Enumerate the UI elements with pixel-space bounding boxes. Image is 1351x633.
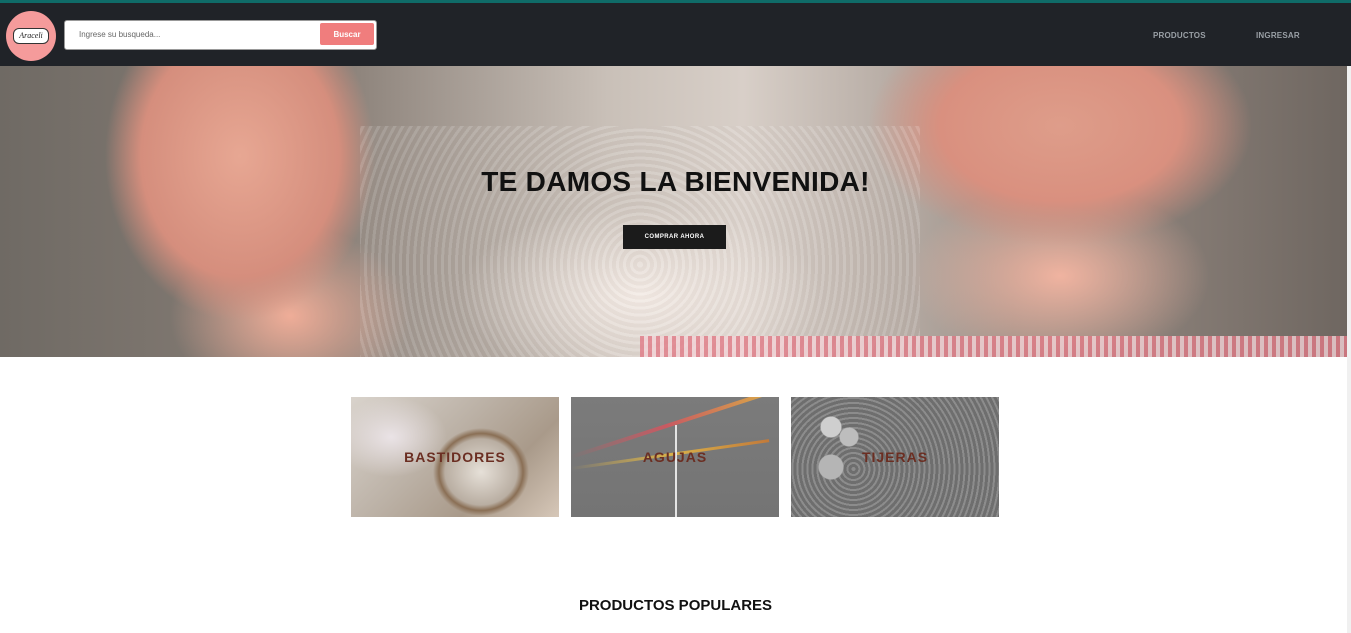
category-card-tijeras[interactable]: TIJERAS: [791, 397, 999, 517]
search-button[interactable]: Buscar: [320, 23, 374, 45]
logo-text: Araceli: [13, 28, 49, 44]
category-card-bastidores[interactable]: BASTIDORES: [351, 397, 559, 517]
page-scrollbar[interactable]: [1347, 66, 1351, 633]
shop-now-button[interactable]: COMPRAR AHORA: [623, 225, 726, 249]
brand-logo[interactable]: Araceli: [6, 11, 56, 61]
nav-link-productos[interactable]: PRODUCTOS: [1153, 31, 1206, 40]
popular-products-heading: PRODUCTOS POPULARES: [578, 597, 773, 614]
nav-link-ingresar[interactable]: INGRESAR: [1256, 31, 1300, 40]
category-label: BASTIDORES: [404, 449, 506, 465]
category-label: AGUJAS: [642, 449, 708, 465]
category-label: TIJERAS: [861, 449, 929, 465]
site-header: Araceli Buscar PRODUCTOS INGRESAR: [0, 3, 1351, 66]
hero-banner: TE DAMOS LA BIENVENIDA! COMPRAR AHORA: [0, 66, 1351, 357]
search-input[interactable]: [65, 21, 319, 47]
hero-image-trim: [640, 336, 1351, 357]
hero-title: TE DAMOS LA BIENVENIDA!: [481, 166, 870, 197]
category-card-agujas[interactable]: AGUJAS: [571, 397, 779, 517]
needle-decoration: [675, 425, 677, 517]
search-form: Buscar: [64, 20, 377, 50]
